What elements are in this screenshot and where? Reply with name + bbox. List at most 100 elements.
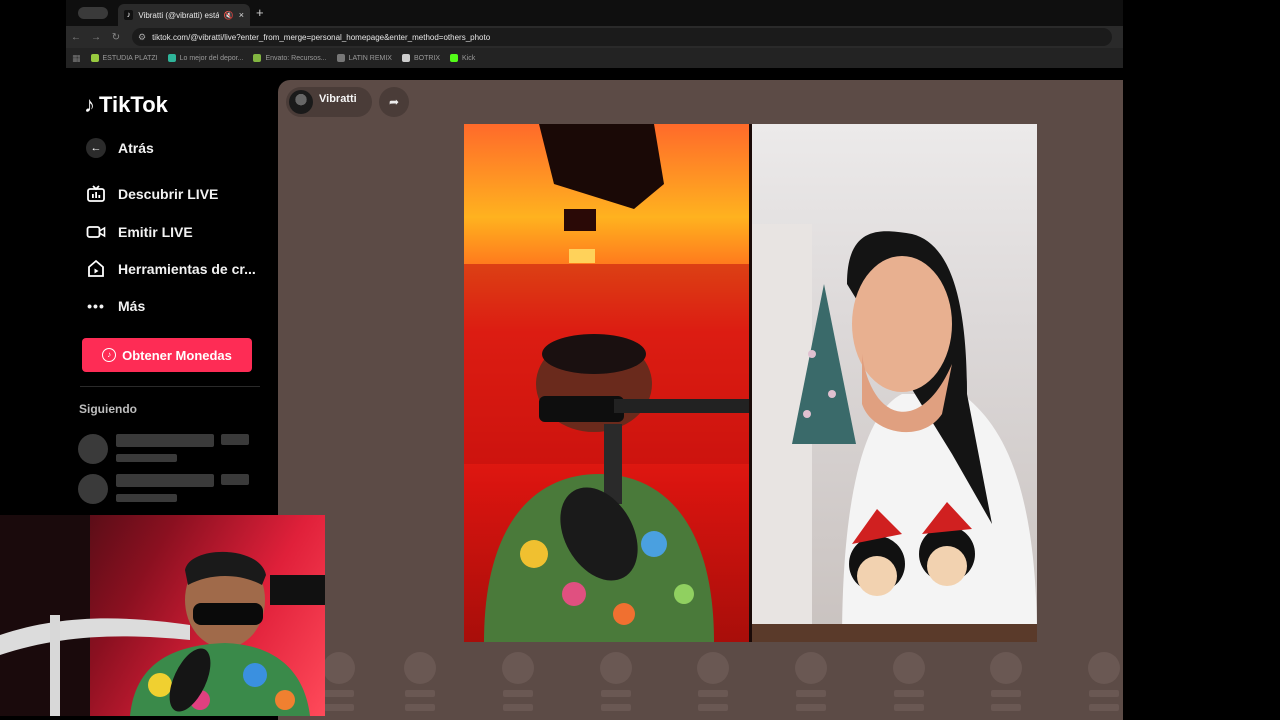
back-label: Atrás [118, 140, 154, 156]
tiktok-logo[interactable]: ♪ TikTok [84, 92, 168, 118]
gift-placeholder [600, 652, 632, 684]
gift-placeholder [404, 652, 436, 684]
bookmarks-bar: ▦ ESTUDIA PLATZI Lo mejor del depor... E… [66, 48, 1123, 68]
following-avatar-placeholder [78, 474, 108, 504]
sidebar-item-label: Más [118, 298, 146, 314]
back-arrow-icon[interactable]: ← [66, 32, 86, 43]
bookmark-item[interactable]: Lo mejor del depor... [167, 54, 244, 62]
following-name-placeholder [116, 434, 214, 447]
tab-bar: ♪ Vibratti (@vibratti) está LIVE 🔇 × + [66, 0, 1123, 26]
sidebar-item-label: Emitir LIVE [118, 224, 193, 240]
apps-grid-icon[interactable]: ▦ [72, 53, 81, 64]
bookmark-favicon-icon [401, 54, 410, 62]
left-video-scene [464, 124, 749, 642]
following-sub-placeholder [116, 494, 177, 502]
gift-placeholder [1088, 652, 1120, 684]
live-tv-icon [86, 184, 106, 204]
coins-button-label: Obtener Monedas [122, 347, 232, 363]
following-avatar-placeholder [78, 434, 108, 464]
bookmark-label: ESTUDIA PLATZI [102, 54, 158, 62]
gift-price-placeholder [698, 704, 728, 711]
new-tab-button[interactable]: + [256, 5, 264, 20]
get-coins-button[interactable]: ♪ Obtener Monedas [82, 338, 252, 372]
logo-text: TikTok [99, 92, 168, 117]
gift-price-placeholder [503, 704, 533, 711]
sidebar-item-label: Herramientas de cr... [118, 261, 256, 277]
following-name-placeholder [116, 474, 214, 487]
bookmark-label: LATIN REMIX [348, 54, 392, 62]
sidebar-item-creator-tools[interactable]: Herramientas de cr... [86, 259, 256, 279]
forward-arrow-icon[interactable]: → [86, 32, 106, 43]
window-controls[interactable] [78, 7, 108, 19]
host-name: Vibratti [319, 93, 357, 105]
streamer-webcam-overlay [0, 515, 325, 716]
gift-label-placeholder [1089, 690, 1119, 697]
creator-tools-icon [86, 259, 106, 279]
sidebar-divider [80, 386, 260, 387]
bookmark-label: Envato: Recursos... [265, 54, 327, 62]
share-arrow-icon: ➦ [388, 95, 400, 109]
back-arrow-icon: ← [86, 138, 106, 158]
bookmark-item[interactable]: Envato: Recursos... [253, 54, 327, 62]
reload-icon[interactable]: ↻ [106, 32, 126, 43]
bookmark-item[interactable]: LATIN REMIX [336, 54, 392, 62]
tiktok-note-icon: ♪ [84, 92, 95, 117]
video-camera-icon [86, 222, 106, 242]
following-badge-placeholder [221, 434, 249, 445]
bookmark-favicon-icon [90, 54, 99, 62]
gift-label-placeholder [601, 690, 631, 697]
gift-price-placeholder [796, 704, 826, 711]
gift-label-placeholder [796, 690, 826, 697]
url-field[interactable]: ⚙ tiktok.com/@vibratti/live?enter_from_m… [132, 28, 1112, 46]
bookmark-favicon-icon [167, 54, 176, 62]
host-chip[interactable]: Vibratti [286, 87, 372, 117]
bookmark-item[interactable]: Kick [450, 54, 475, 62]
more-dots-icon: ••• [87, 298, 105, 314]
site-info-icon[interactable]: ⚙ [138, 32, 146, 43]
bookmark-favicon-icon [253, 54, 262, 62]
webcam-scene [0, 515, 325, 716]
url-text: tiktok.com/@vibratti/live?enter_from_mer… [152, 32, 491, 42]
bookmark-item[interactable]: BOTRIX [401, 54, 441, 62]
live-stream-area: Vibratti ➦ [278, 80, 1123, 720]
bookmark-label: Kick [462, 54, 476, 62]
host-avatar [289, 90, 313, 114]
tab-title: Vibratti (@vibratti) está LIVE [138, 10, 219, 20]
bookmark-label: BOTRIX [413, 54, 441, 62]
gift-price-placeholder [894, 704, 924, 711]
bookmark-item[interactable]: ESTUDIA PLATZI [90, 54, 158, 62]
following-badge-placeholder [221, 474, 249, 485]
sidebar-item-more[interactable]: ••• Más [86, 296, 145, 316]
right-video-scene [752, 224, 1037, 642]
gift-label-placeholder [894, 690, 924, 697]
gift-price-placeholder [405, 704, 435, 711]
bookmark-favicon-icon [336, 54, 345, 62]
live-video-left[interactable] [464, 124, 749, 642]
gift-placeholder [323, 652, 355, 684]
gift-price-placeholder [991, 704, 1021, 711]
tiktok-favicon-icon: ♪ [124, 10, 134, 20]
tab-audio-icon[interactable]: 🔇 [224, 11, 234, 20]
gift-price-placeholder [601, 704, 631, 711]
sidebar-item-go-live[interactable]: Emitir LIVE [86, 222, 193, 242]
gift-label-placeholder [698, 690, 728, 697]
following-title: Siguiendo [79, 402, 137, 416]
gift-price-placeholder [1089, 704, 1119, 711]
coin-icon: ♪ [102, 348, 117, 362]
share-button[interactable]: ➦ [379, 87, 409, 117]
live-video-right[interactable] [752, 124, 1037, 642]
browser-tab[interactable]: ♪ Vibratti (@vibratti) está LIVE 🔇 × [118, 4, 250, 26]
sidebar-item-discover-live[interactable]: Descubrir LIVE [86, 184, 218, 204]
gift-label-placeholder [324, 690, 354, 697]
gift-placeholder [502, 652, 534, 684]
tab-close-icon[interactable]: × [239, 10, 244, 20]
following-sub-placeholder [116, 454, 177, 462]
screen: ♪ Vibratti (@vibratti) está LIVE 🔇 × + ←… [0, 0, 1280, 720]
back-button[interactable]: ← Atrás [86, 138, 154, 158]
gift-placeholder [697, 652, 729, 684]
gift-placeholder [990, 652, 1022, 684]
bookmark-label: Lo mejor del depor... [179, 54, 244, 62]
gift-label-placeholder [991, 690, 1021, 697]
sidebar-item-label: Descubrir LIVE [118, 186, 219, 202]
gift-label-placeholder [405, 690, 435, 697]
